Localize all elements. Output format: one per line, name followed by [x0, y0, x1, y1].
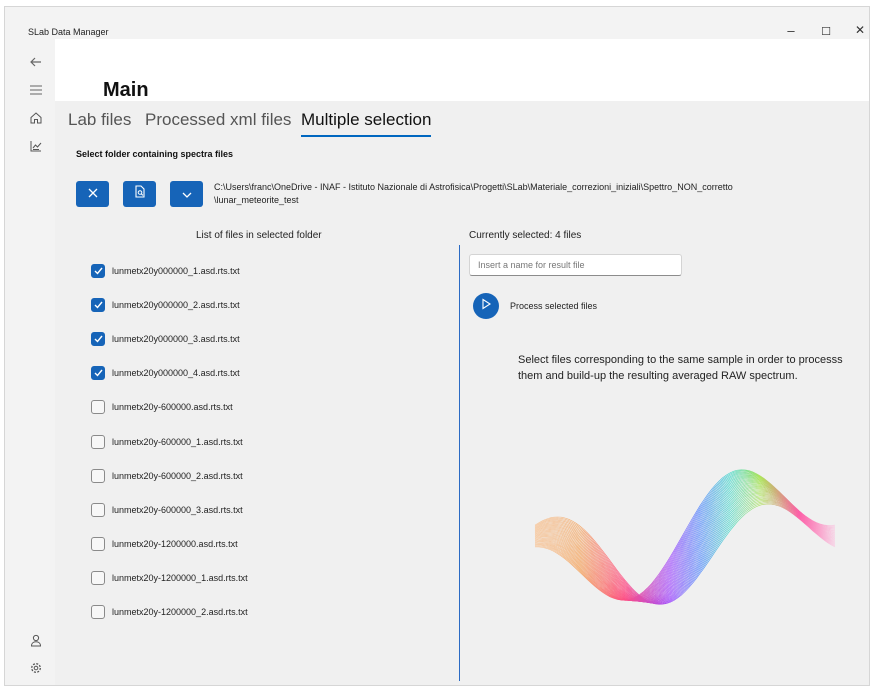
folder-section-label: Select folder containing spectra files — [76, 149, 234, 159]
file-name: lunmetx20y-600000.asd.rts.txt — [112, 402, 233, 412]
file-list-item[interactable]: lunmetx20y-600000_3.asd.rts.txt — [91, 502, 243, 518]
file-name: lunmetx20y000000_2.asd.rts.txt — [112, 300, 240, 310]
tab-multiple-selection[interactable]: Multiple selection — [301, 110, 431, 130]
minimize-button[interactable]: – — [781, 23, 801, 38]
process-label: Process selected files — [510, 301, 598, 311]
file-checkbox[interactable] — [91, 298, 105, 312]
file-name: lunmetx20y000000_4.asd.rts.txt — [112, 368, 240, 378]
file-checkbox[interactable] — [91, 469, 105, 483]
file-checkbox[interactable] — [91, 503, 105, 517]
file-name: lunmetx20y-1200000_2.asd.rts.txt — [112, 607, 248, 617]
browse-folder-button[interactable] — [123, 181, 156, 207]
file-list-item[interactable]: lunmetx20y-600000_1.asd.rts.txt — [91, 434, 243, 450]
file-list-item[interactable]: lunmetx20y000000_1.asd.rts.txt — [91, 263, 240, 279]
file-checkbox[interactable] — [91, 605, 105, 619]
file-list-item[interactable]: lunmetx20y-600000.asd.rts.txt — [91, 399, 233, 415]
play-icon — [480, 297, 492, 315]
help-text: Select files corresponding to the same s… — [518, 354, 843, 382]
file-name: lunmetx20y-600000_1.asd.rts.txt — [112, 437, 243, 447]
selection-count: Currently selected: 4 files — [469, 230, 582, 241]
main-content: Lab files Processed xml files Multiple s… — [55, 101, 869, 685]
panel-divider — [459, 245, 460, 681]
person-icon[interactable] — [27, 631, 45, 649]
file-name: lunmetx20y-1200000_1.asd.rts.txt — [112, 573, 248, 583]
file-list-item[interactable]: lunmetx20y-1200000_2.asd.rts.txt — [91, 604, 248, 620]
app-title: SLab Data Manager — [28, 27, 109, 37]
clear-folder-button[interactable] — [76, 181, 109, 207]
folder-path: C:\Users\franc\OneDrive - INAF - Istitut… — [214, 181, 814, 207]
process-button[interactable] — [473, 293, 499, 319]
file-checkbox[interactable] — [91, 366, 105, 380]
file-name: lunmetx20y-600000_2.asd.rts.txt — [112, 471, 243, 481]
back-arrow-icon[interactable] — [27, 53, 45, 71]
home-icon[interactable] — [27, 109, 45, 127]
folder-path-line: \lunar_meteorite_test — [214, 195, 299, 205]
file-list-item[interactable]: lunmetx20y000000_4.asd.rts.txt — [91, 365, 240, 381]
file-list-item[interactable]: lunmetx20y000000_2.asd.rts.txt — [91, 297, 240, 313]
file-checkbox[interactable] — [91, 571, 105, 585]
chevron-down-icon — [182, 185, 192, 203]
wave-strand — [534, 499, 836, 604]
tab-lab-files[interactable]: Lab files — [68, 110, 131, 130]
spectrum-wave-illustration — [534, 469, 836, 605]
nav-rail — [5, 39, 55, 685]
active-tab-indicator — [301, 135, 431, 137]
file-list-item[interactable]: lunmetx20y000000_3.asd.rts.txt — [91, 331, 240, 347]
file-checkbox[interactable] — [91, 400, 105, 414]
file-checkbox[interactable] — [91, 435, 105, 449]
file-checkbox[interactable] — [91, 332, 105, 346]
file-name: lunmetx20y-1200000.asd.rts.txt — [112, 539, 238, 549]
close-button[interactable]: ✕ — [850, 23, 869, 37]
maximize-button[interactable]: ☐ — [816, 25, 836, 38]
folder-search-icon — [134, 185, 146, 203]
title-bar: SLab Data Manager – ☐ ✕ — [5, 7, 869, 39]
result-name-input[interactable] — [469, 254, 682, 276]
hamburger-icon[interactable] — [27, 81, 45, 99]
folder-path-line: C:\Users\franc\OneDrive - INAF - Istitut… — [214, 182, 733, 192]
app-window: SLab Data Manager – ☐ ✕ Main Lab files P… — [4, 6, 870, 686]
folder-dropdown-button[interactable] — [170, 181, 203, 207]
file-name: lunmetx20y000000_1.asd.rts.txt — [112, 266, 240, 276]
gear-icon[interactable] — [27, 659, 45, 677]
file-name: lunmetx20y000000_3.asd.rts.txt — [112, 334, 240, 344]
file-list-item[interactable]: lunmetx20y-600000_2.asd.rts.txt — [91, 468, 243, 484]
file-name: lunmetx20y-600000_3.asd.rts.txt — [112, 505, 243, 515]
close-icon — [88, 185, 98, 203]
file-checkbox[interactable] — [91, 537, 105, 551]
chart-icon[interactable] — [27, 137, 45, 155]
file-list-item[interactable]: lunmetx20y-1200000.asd.rts.txt — [91, 536, 238, 552]
file-list-header: List of files in selected folder — [196, 230, 322, 241]
file-checkbox[interactable] — [91, 264, 105, 278]
tab-processed-xml-files[interactable]: Processed xml files — [145, 110, 291, 130]
file-list-item[interactable]: lunmetx20y-1200000_1.asd.rts.txt — [91, 570, 248, 586]
page-title: Main — [103, 79, 149, 101]
page-header: Main — [55, 39, 869, 101]
